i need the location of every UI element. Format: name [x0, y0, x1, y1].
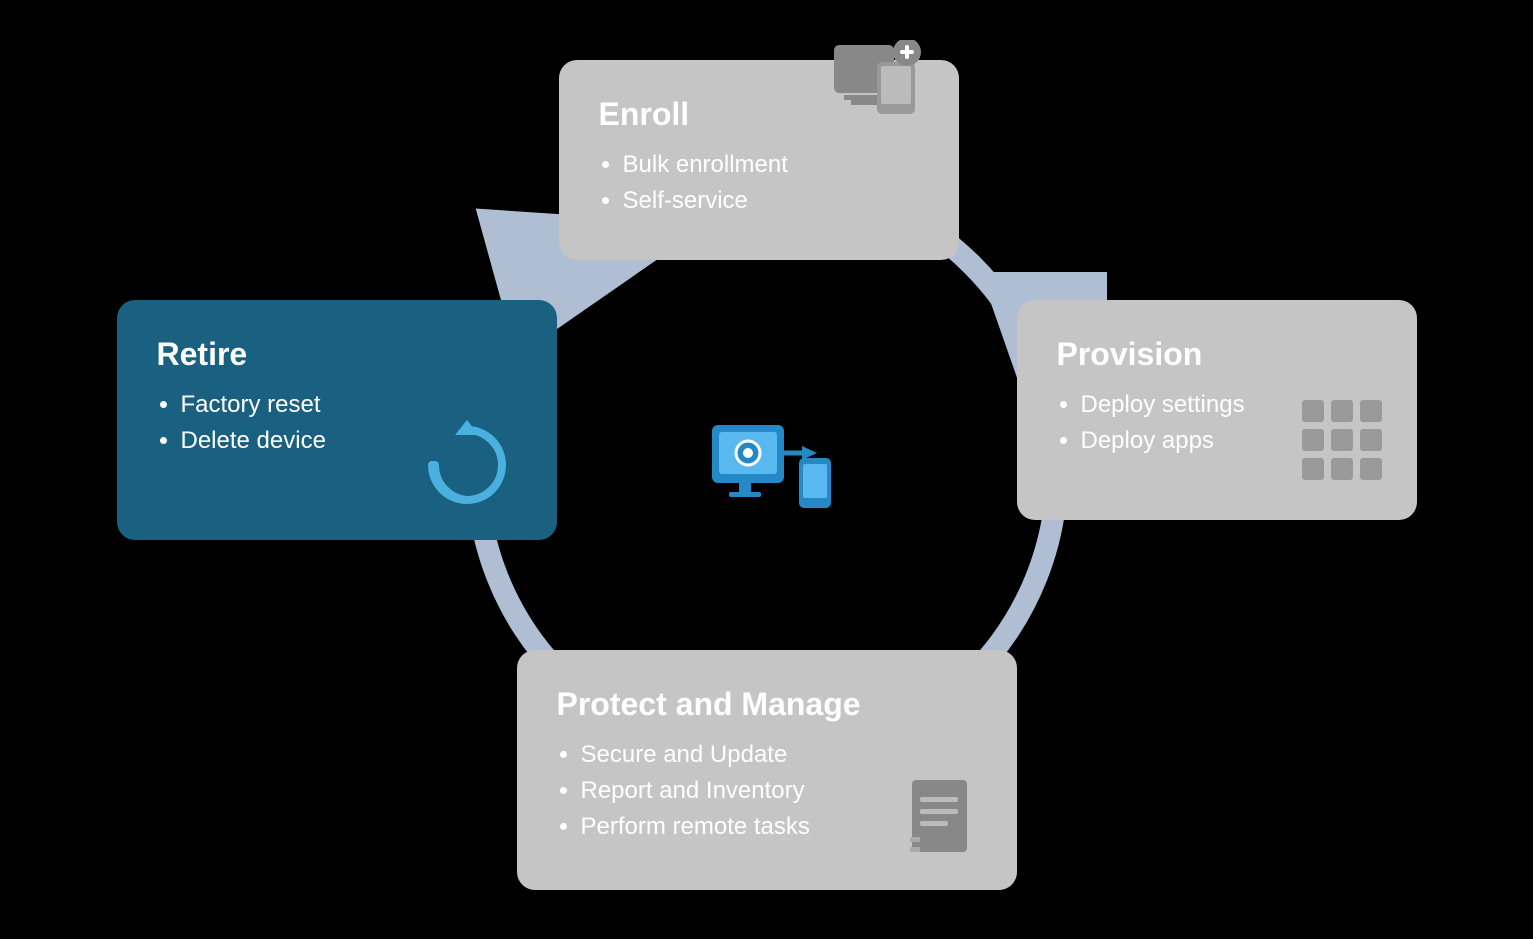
protect-icon: [902, 775, 987, 870]
protect-item-1: Secure and Update: [581, 741, 977, 769]
protect-card: Protect and Manage Secure and Update Rep…: [517, 650, 1017, 890]
diagram-container: Enroll Bulk enrollment Self-service: [77, 30, 1457, 910]
enroll-card: Enroll Bulk enrollment Self-service: [559, 60, 959, 260]
retire-refresh-icon: [417, 415, 517, 520]
enroll-list: Bulk enrollment Self-service: [599, 151, 919, 215]
center-management-icon: [707, 420, 827, 520]
enroll-icon: [829, 40, 929, 135]
protect-title: Protect and Manage: [557, 686, 977, 723]
provision-icon: [1297, 395, 1387, 490]
enroll-item-1: Bulk enrollment: [623, 151, 919, 179]
enroll-item-2: Self-service: [623, 187, 919, 215]
provision-title: Provision: [1057, 336, 1377, 373]
retire-card: Retire Factory reset Delete device: [117, 300, 557, 540]
retire-title: Retire: [157, 336, 517, 373]
provision-card: Provision Deploy settings Deploy apps: [1017, 300, 1417, 520]
